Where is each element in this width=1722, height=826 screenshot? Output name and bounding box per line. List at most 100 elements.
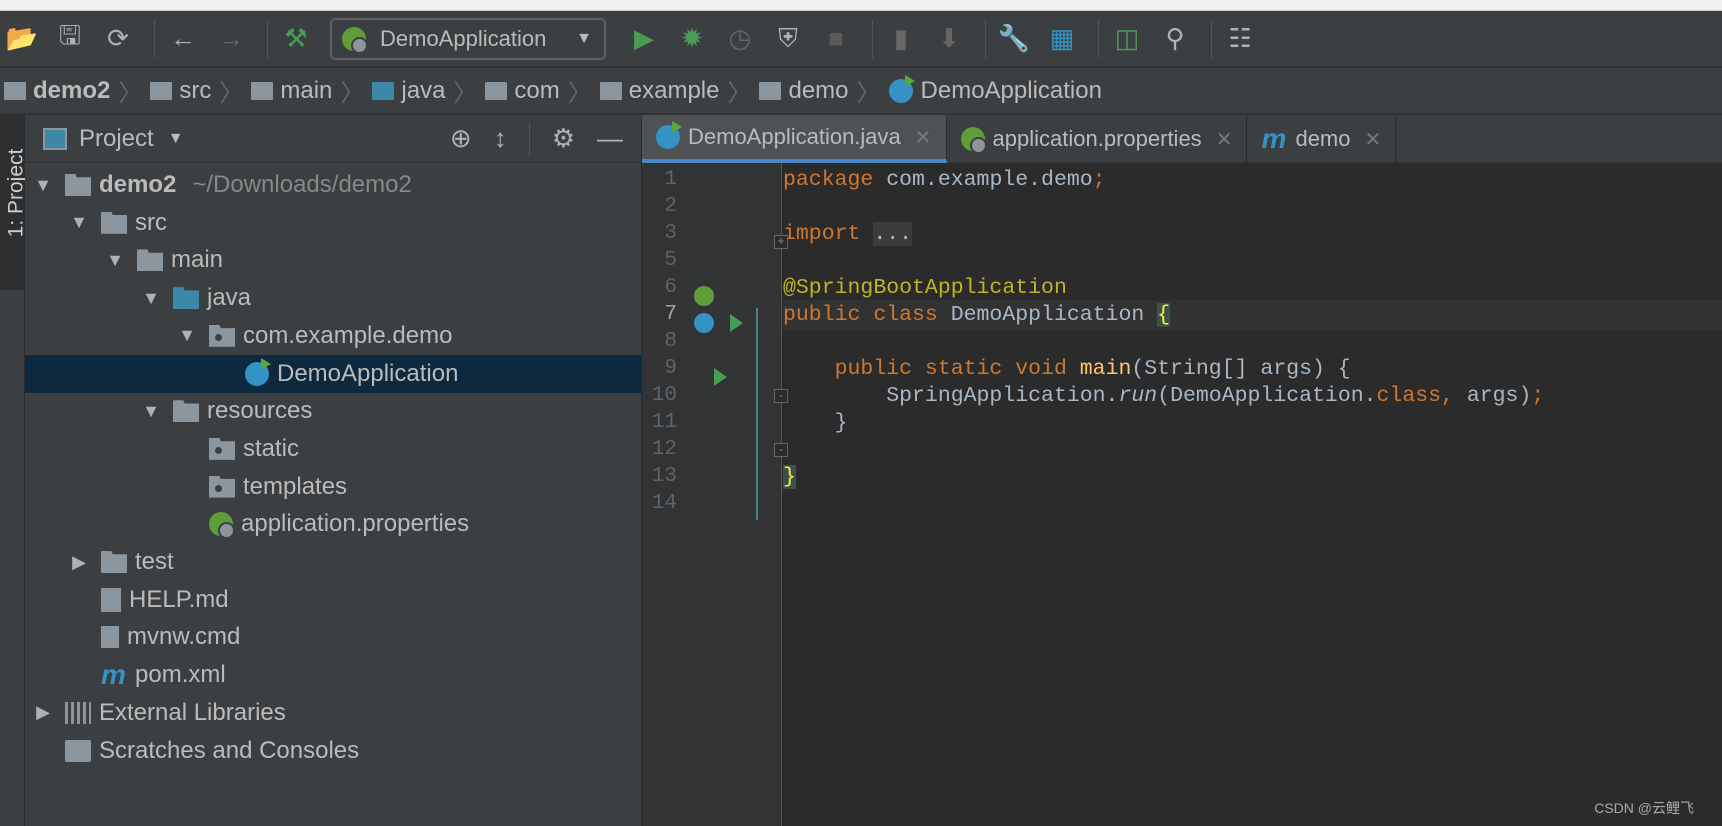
keyword: package: [783, 168, 874, 192]
chevron-right-icon[interactable]: ▶: [33, 702, 53, 723]
breadcrumb-com[interactable]: com 〉: [485, 73, 599, 108]
run-icon[interactable]: ▶: [624, 19, 664, 59]
terminal-icon[interactable]: ◫: [1107, 19, 1147, 59]
tree-item-label: com.example.demo: [243, 321, 453, 349]
tree-item-main[interactable]: ▼ main: [25, 241, 642, 279]
fold-collapse-icon[interactable]: -: [774, 443, 788, 457]
close-icon[interactable]: ✕: [915, 125, 932, 150]
project-view-icon: [43, 127, 67, 150]
save-icon[interactable]: 🖫: [50, 19, 90, 59]
chevron-down-icon[interactable]: ▼: [33, 175, 53, 196]
line-number[interactable]: 7: [637, 300, 677, 330]
gear-icon[interactable]: ⚙: [552, 123, 575, 154]
line-number[interactable]: 8: [637, 327, 677, 357]
tree-item-test[interactable]: ▶ test: [25, 543, 642, 581]
breadcrumb-example[interactable]: example 〉: [599, 73, 760, 108]
tab-label: DemoApplication.java: [688, 124, 901, 149]
tree-item-label: resources: [207, 397, 313, 425]
line-number[interactable]: 5: [637, 246, 677, 276]
open-folder-icon[interactable]: 📂: [2, 19, 42, 59]
project-tool-window-tab[interactable]: 1: Project: [0, 115, 27, 290]
line-number[interactable]: 12: [637, 435, 677, 465]
debug-icon[interactable]: ✹: [672, 19, 712, 59]
chevron-down-icon[interactable]: ▼: [141, 288, 161, 309]
breadcrumb-demo[interactable]: demo 〉: [759, 73, 888, 108]
breadcrumb-src[interactable]: src 〉: [150, 73, 251, 108]
chevron-right-icon[interactable]: ▶: [69, 552, 89, 573]
sdk-download-icon[interactable]: ⬇: [929, 19, 969, 59]
tree-item-static[interactable]: static: [25, 430, 642, 468]
line-number[interactable]: 9: [637, 354, 677, 384]
code-text: args): [1453, 384, 1532, 408]
fold-collapse-icon[interactable]: -: [774, 389, 788, 403]
tree-item-java[interactable]: ▼ java: [25, 279, 642, 317]
run-main-icon[interactable]: [714, 368, 727, 386]
package-icon: [209, 475, 235, 498]
tab-demo-pom[interactable]: m demo ✕: [1247, 115, 1397, 163]
search-icon[interactable]: ⚲: [1155, 19, 1195, 59]
tree-item-src[interactable]: ▼ src: [25, 204, 642, 242]
line-number[interactable]: 14: [637, 489, 677, 519]
run-configuration-select[interactable]: DemoApplication ▼: [330, 17, 606, 60]
coverage-icon[interactable]: ⛨: [768, 19, 808, 59]
chevron-down-icon[interactable]: ▼: [141, 401, 161, 422]
stop-icon[interactable]: ■: [816, 19, 856, 59]
tree-item-label: External Libraries: [99, 698, 286, 726]
tree-item-scratches-and-consoles[interactable]: Scratches and Consoles: [25, 732, 642, 770]
tree-item-help-md[interactable]: HELP.md: [25, 581, 642, 619]
tree-item-demo2[interactable]: ▼ demo2 ~/Downloads/demo2: [25, 166, 642, 204]
close-icon[interactable]: ✕: [1365, 127, 1382, 152]
profile-icon[interactable]: ◷: [720, 19, 760, 59]
tree-item-com-example-demo[interactable]: ▼ com.example.demo: [25, 317, 642, 355]
code-line-3: import ...: [783, 219, 1722, 249]
chevron-down-icon[interactable]: ▼: [105, 250, 125, 271]
module-icon: [4, 81, 26, 100]
settings-wrench-icon[interactable]: 🔧: [994, 19, 1034, 59]
build-hammer-icon[interactable]: ⚒: [276, 19, 316, 59]
tree-item-templates[interactable]: templates: [25, 468, 642, 506]
line-number[interactable]: 1: [637, 165, 677, 195]
package-icon: [485, 81, 508, 100]
tree-item-mvnw-cmd[interactable]: mvnw.cmd: [25, 618, 642, 656]
fold-expand-icon[interactable]: +: [774, 235, 788, 249]
project-structure-icon[interactable]: ▦: [1042, 19, 1082, 59]
device-manager-icon[interactable]: ☷: [1220, 19, 1260, 59]
minimize-icon[interactable]: —: [597, 123, 623, 154]
run-class-icon[interactable]: [730, 314, 743, 332]
android-device-icon[interactable]: ▮: [881, 19, 921, 59]
spring-class-icon: [888, 74, 915, 103]
chevron-down-icon[interactable]: ▼: [168, 130, 184, 148]
breadcrumb-demo2[interactable]: demo2 〉: [4, 73, 150, 108]
back-icon[interactable]: ←: [163, 19, 203, 59]
tree-item-application-properties[interactable]: application.properties: [25, 505, 642, 543]
tree-item-label: static: [243, 434, 300, 462]
line-number[interactable]: 6: [637, 273, 677, 303]
breadcrumb-java[interactable]: java 〉: [372, 73, 485, 108]
line-number[interactable]: 2: [637, 192, 677, 222]
tab-demoapplication-java[interactable]: DemoApplication.java ✕: [642, 115, 947, 163]
chevron-down-icon[interactable]: ▼: [69, 212, 89, 233]
tree-item-external-libraries[interactable]: ▶ External Libraries: [25, 694, 642, 732]
sync-icon[interactable]: ⟳: [98, 19, 138, 59]
tree-item-pom-xml[interactable]: m pom.xml: [25, 656, 642, 694]
spring-class-gutter-icon[interactable]: [694, 313, 714, 333]
line-number[interactable]: 10: [637, 381, 677, 411]
forward-icon[interactable]: →: [211, 19, 251, 59]
line-number[interactable]: 11: [637, 408, 677, 438]
code-editor[interactable]: 1 2 3 5 6 7 8 9 10 11 12 13 14 package com.example.d…: [642, 163, 1722, 826]
tree-item-demoapplication[interactable]: DemoApplication: [25, 354, 642, 393]
navigation-breadcrumb: demo2 〉 src 〉 main 〉 java 〉 com 〉 example 〉 de…: [0, 68, 1722, 115]
breadcrumb-main[interactable]: main 〉: [251, 73, 372, 108]
close-icon[interactable]: ✕: [1216, 127, 1233, 152]
collapse-all-icon[interactable]: ↕: [494, 123, 507, 154]
line-number[interactable]: 13: [637, 462, 677, 492]
project-view-select[interactable]: Project: [79, 125, 154, 153]
tab-application-properties[interactable]: application.properties ✕: [947, 115, 1248, 163]
folded-imports[interactable]: ...: [873, 222, 913, 246]
line-number[interactable]: 3: [637, 219, 677, 249]
spring-bean-search-icon[interactable]: [694, 286, 714, 306]
locate-file-icon[interactable]: ⊕: [450, 123, 472, 154]
chevron-down-icon[interactable]: ▼: [177, 325, 197, 346]
breadcrumb-demoapplication[interactable]: DemoApplication: [888, 74, 1102, 105]
tree-item-resources[interactable]: ▼ resources: [25, 392, 642, 430]
